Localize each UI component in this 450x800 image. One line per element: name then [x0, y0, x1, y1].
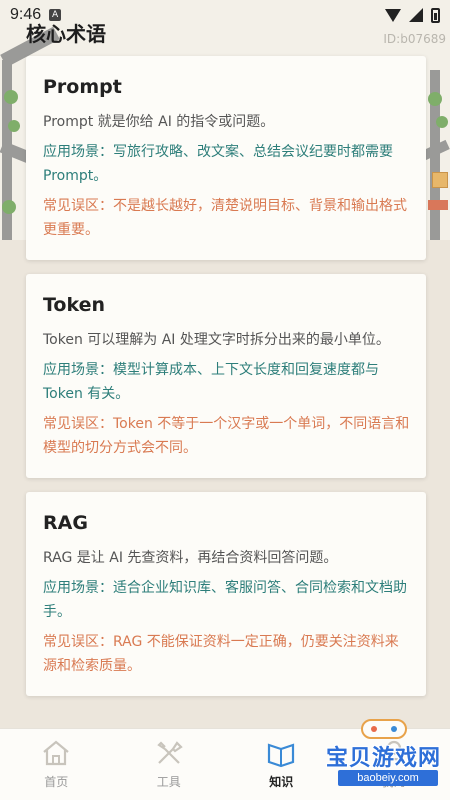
- wifi-icon: [385, 8, 401, 22]
- page-id-label: ID:b07689: [383, 32, 446, 46]
- page-title: 核心术语: [26, 22, 106, 46]
- signal-icon: [409, 8, 423, 22]
- term-usage: 应用场景：适合企业知识库、客服问答、合同检索和文档助手。: [43, 580, 407, 620]
- gamepad-icon: [361, 719, 407, 739]
- battery-icon: [431, 7, 440, 23]
- term-card-rag[interactable]: RAG RAG 是让 AI 先查资料，再结合资料回答问题。 应用场景：适合企业知…: [26, 492, 426, 696]
- book-icon: [265, 737, 297, 769]
- term-usage: 应用场景：模型计算成本、上下文长度和回复速度都与 Token 有关。: [43, 362, 379, 402]
- tab-home[interactable]: 首页: [0, 729, 113, 800]
- terms-list: Prompt Prompt 就是你给 AI 的指令或问题。 应用场景：写旅行攻略…: [26, 56, 426, 710]
- term-definition: RAG 是让 AI 先查资料，再结合资料回答问题。: [43, 550, 338, 566]
- term-title: RAG: [43, 512, 88, 534]
- term-misconception: 常见误区：不是越长越好，清楚说明目标、背景和输出格式更重要。: [43, 198, 407, 238]
- term-title: Token: [43, 294, 106, 316]
- term-misconception: 常见误区：Token 不等于一个汉字或一个单词，不同语言和模型的切分方式会不同。: [43, 416, 410, 456]
- term-definition: Prompt 就是你给 AI 的指令或问题。: [43, 114, 275, 130]
- site-watermark: 宝贝游戏网 baobeiy.com: [320, 716, 448, 796]
- tools-icon: [153, 737, 185, 769]
- tab-label: 知识: [269, 775, 294, 789]
- watermark-text: 宝贝游戏网: [326, 746, 442, 771]
- status-icons: [385, 7, 440, 23]
- tab-label: 首页: [44, 775, 69, 789]
- term-misconception: 常见误区：RAG 不能保证资料一定正确，仍要关注资料来源和检索质量。: [43, 634, 399, 674]
- tab-label: 工具: [156, 775, 181, 789]
- term-usage: 应用场景：写旅行攻略、改文案、总结会议纪要时都需要 Prompt。: [43, 144, 393, 184]
- term-card-token[interactable]: Token Token 可以理解为 AI 处理文字时拆分出来的最小单位。 应用场…: [26, 274, 426, 478]
- watermark-url: baobeiy.com: [338, 770, 438, 786]
- term-card-prompt[interactable]: Prompt Prompt 就是你给 AI 的指令或问题。 应用场景：写旅行攻略…: [26, 56, 426, 260]
- term-title: Prompt: [43, 76, 122, 98]
- home-icon: [40, 737, 72, 769]
- term-definition: Token 可以理解为 AI 处理文字时拆分出来的最小单位。: [43, 332, 390, 348]
- tab-tools[interactable]: 工具: [113, 729, 226, 800]
